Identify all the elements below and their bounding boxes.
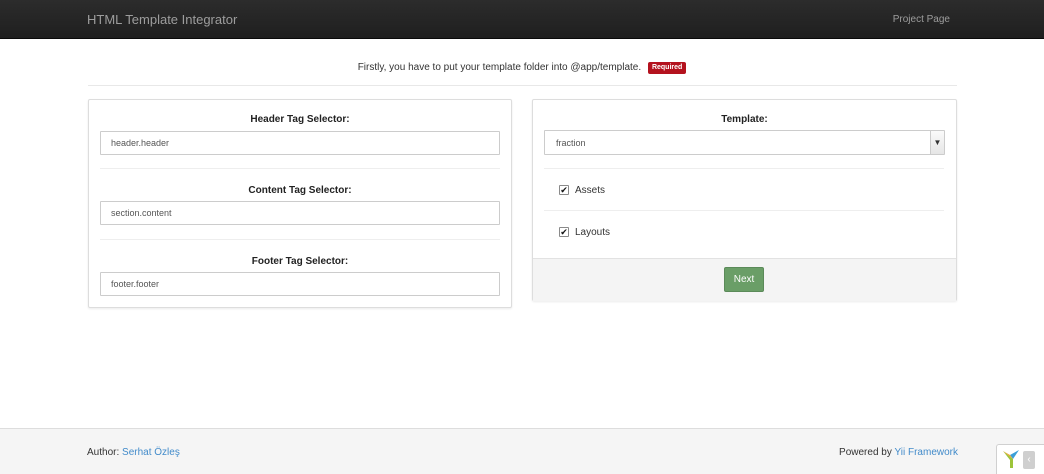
author-credit: Author: Serhat Özleş [87, 446, 180, 459]
divider [544, 168, 944, 169]
project-page-link[interactable]: Project Page [893, 14, 950, 26]
yii-framework-link[interactable]: Yii Framework [894, 447, 958, 458]
assets-checkbox[interactable]: ✔ [559, 185, 569, 195]
template-panel-footer: Next [533, 258, 956, 301]
template-panel: Template: fraction ▼ ✔ Assets ✔ Layouts … [532, 99, 957, 301]
author-prefix: Author: [87, 447, 120, 458]
layouts-checkbox[interactable]: ✔ [559, 227, 569, 237]
content-selector-input[interactable] [100, 201, 500, 225]
author-link[interactable]: Serhat Özleş [122, 447, 180, 458]
required-badge: Required [647, 62, 687, 74]
navbar: HTML Template Integrator Project Page [0, 0, 1044, 39]
footer-selector-input[interactable] [100, 272, 500, 296]
next-button[interactable]: Next [724, 267, 764, 292]
template-select[interactable]: fraction ▼ [544, 130, 945, 155]
chevron-down-icon[interactable]: ▼ [930, 131, 944, 154]
selectors-panel: Header Tag Selector: Content Tag Selecto… [88, 99, 512, 308]
app-brand[interactable]: HTML Template Integrator [87, 12, 237, 28]
template-label: Template: [721, 114, 768, 125]
intro-text: Firstly, you have to put your template f… [357, 62, 642, 73]
header-selector-label: Header Tag Selector: [250, 114, 350, 125]
yii-logo-icon[interactable] [1001, 448, 1021, 470]
template-select-value: fraction [556, 138, 586, 148]
layouts-label: Layouts [575, 227, 611, 238]
intro-message: Firstly, you have to put your template f… [0, 61, 1044, 74]
intro-divider [88, 85, 957, 86]
chevron-left-icon[interactable]: ‹ [1023, 451, 1035, 469]
divider [544, 210, 944, 211]
powered-prefix: Powered by [839, 447, 892, 458]
page-footer: Author: Serhat Özleş Powered by Yii Fram… [0, 428, 1044, 474]
powered-by: Powered by Yii Framework [839, 446, 958, 459]
assets-label: Assets [575, 185, 606, 196]
divider [100, 239, 500, 240]
header-selector-input[interactable] [100, 131, 500, 155]
yii-debug-toolbar[interactable]: ‹ [996, 444, 1044, 474]
footer-selector-label: Footer Tag Selector: [251, 256, 349, 267]
divider [100, 168, 500, 169]
content-selector-label: Content Tag Selector: [248, 185, 352, 196]
